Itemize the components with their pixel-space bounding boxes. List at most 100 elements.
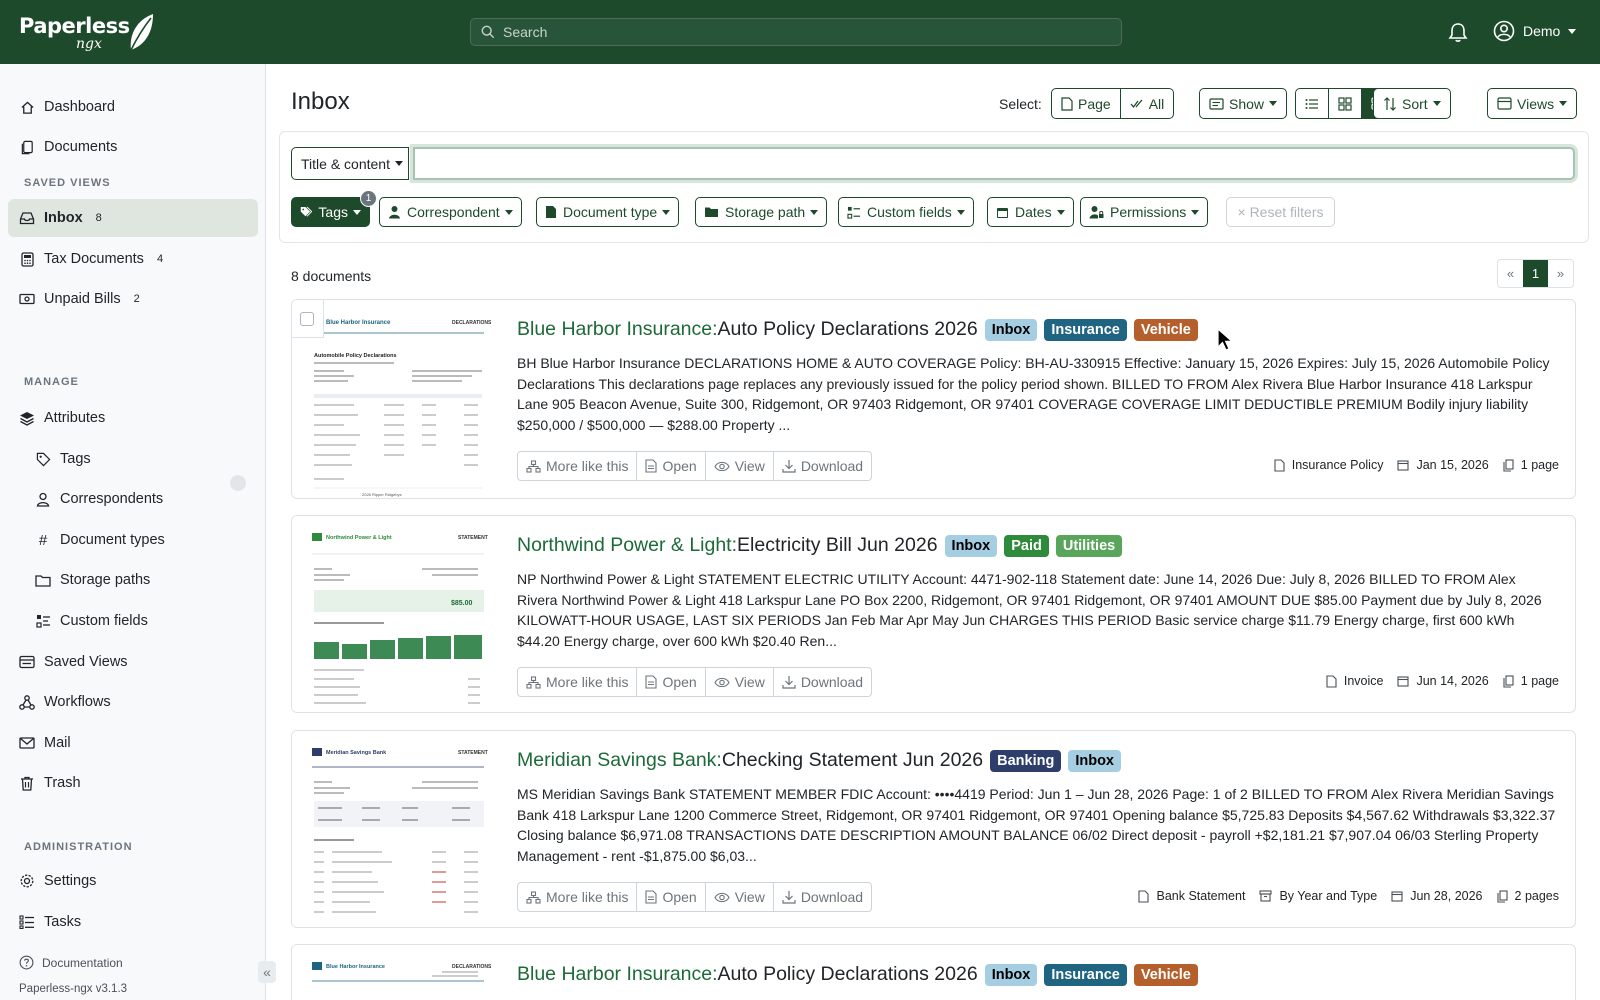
open-button[interactable]: Open bbox=[636, 452, 704, 480]
document-thumbnail[interactable]: Meridian Savings Bank STATEMENT bbox=[292, 731, 502, 927]
table-view-button[interactable] bbox=[1296, 89, 1328, 118]
tag-inbox[interactable]: Inbox bbox=[984, 318, 1038, 341]
document-type-meta[interactable]: Bank Statement bbox=[1138, 889, 1245, 903]
pagination-next-button[interactable]: » bbox=[1548, 260, 1573, 287]
global-search-input[interactable]: Search bbox=[470, 18, 1122, 46]
tag-vehicle[interactable]: Vehicle bbox=[1133, 318, 1198, 341]
text-filter-mode-dropdown[interactable]: Title & content bbox=[291, 147, 409, 180]
document-correspondent[interactable]: Blue Harbor Insurance: bbox=[517, 318, 718, 341]
document-actions: More like this Open View Download bbox=[517, 667, 873, 697]
sidebar-item-inbox[interactable]: Inbox 8 bbox=[8, 199, 258, 237]
folder-icon bbox=[35, 572, 51, 588]
document-thumbnail[interactable]: Northwind Power & Light STATEMENT $85.00 bbox=[292, 516, 502, 712]
more-like-this-button[interactable]: More like this bbox=[518, 668, 636, 696]
view-button[interactable]: View bbox=[704, 452, 773, 480]
document-title[interactable]: Northwind Power & Light: Electricity Bil… bbox=[517, 534, 1123, 557]
select-document-checkbox-area[interactable] bbox=[292, 300, 324, 338]
document-name: Checking Statement Jun 2026 bbox=[721, 749, 984, 771]
pagination-page-button[interactable]: 1 bbox=[1523, 260, 1548, 287]
document-preview-image: Northwind Power & Light STATEMENT $85.00 bbox=[292, 516, 502, 712]
document-type-filter-button[interactable]: Document type bbox=[536, 197, 680, 227]
storage-path-meta[interactable]: By Year and Type bbox=[1259, 889, 1377, 903]
sidebar-item-tags[interactable]: Tags bbox=[8, 440, 258, 478]
sidebar-item-documents[interactable]: Documents bbox=[8, 128, 258, 166]
custom-fields-filter-button[interactable]: Custom fields bbox=[838, 197, 974, 227]
document-title[interactable]: Meridian Savings Bank: Checking Statemen… bbox=[517, 749, 1121, 772]
document-card[interactable]: Meridian Savings Bank STATEMENT Meridian… bbox=[291, 730, 1576, 928]
tag-inbox[interactable]: Inbox bbox=[944, 534, 998, 557]
views-button[interactable]: Views bbox=[1487, 88, 1578, 119]
app-logo[interactable]: Paperless ngx bbox=[19, 12, 153, 52]
download-button[interactable]: Download bbox=[772, 883, 871, 911]
sidebar-item-saved-views[interactable]: Saved Views bbox=[8, 643, 258, 681]
sidebar-item-document-types[interactable]: # Document types bbox=[8, 521, 258, 559]
documentation-link[interactable]: Documentation bbox=[19, 955, 123, 970]
select-document-checkbox[interactable] bbox=[300, 312, 314, 326]
sidebar-item-storage-paths[interactable]: Storage paths bbox=[8, 561, 258, 599]
text-filter-input[interactable] bbox=[413, 147, 1575, 180]
sidebar-item-mail[interactable]: Mail bbox=[8, 724, 258, 762]
document-type-meta[interactable]: Insurance Policy bbox=[1274, 458, 1383, 472]
pagination-prev-button[interactable]: « bbox=[1498, 260, 1523, 287]
tag-inbox[interactable]: Inbox bbox=[984, 963, 1038, 986]
document-card[interactable]: Northwind Power & Light STATEMENT $85.00 bbox=[291, 515, 1576, 713]
document-correspondent[interactable]: Meridian Savings Bank: bbox=[517, 749, 722, 772]
open-button[interactable]: Open bbox=[636, 668, 704, 696]
document-thumbnail[interactable]: Blue Harbor Insurance DECLARATIONS bbox=[292, 945, 502, 1000]
sort-button[interactable]: Sort bbox=[1373, 88, 1451, 119]
user-menu-button[interactable]: Demo bbox=[1493, 20, 1577, 42]
sidebar-item-trash[interactable]: Trash bbox=[8, 764, 258, 802]
reset-filters-button[interactable]: × Reset filters bbox=[1226, 197, 1335, 227]
tag-paid[interactable]: Paid bbox=[1004, 534, 1049, 557]
document-title[interactable]: Blue Harbor Insurance: Auto Policy Decla… bbox=[517, 963, 1198, 986]
sidebar-item-attributes[interactable]: Attributes bbox=[8, 399, 258, 437]
sidebar-item-correspondents[interactable]: Correspondents bbox=[8, 480, 258, 518]
document-correspondent[interactable]: Northwind Power & Light: bbox=[517, 534, 737, 557]
tag-utilities[interactable]: Utilities bbox=[1055, 534, 1123, 557]
bell-icon[interactable] bbox=[1448, 22, 1468, 43]
select-label: Select: bbox=[999, 96, 1042, 112]
sidebar-item-dashboard[interactable]: Dashboard bbox=[8, 88, 258, 126]
tag-vehicle[interactable]: Vehicle bbox=[1133, 963, 1198, 986]
download-button[interactable]: Download bbox=[772, 668, 871, 696]
tag-inbox[interactable]: Inbox bbox=[1068, 749, 1121, 772]
document-name: Auto Policy Declarations 2026 bbox=[717, 963, 978, 985]
logo-main-text: Paperless bbox=[19, 14, 130, 38]
document-card[interactable]: Blue Harbor Insurance DECLARATIONS Blue … bbox=[291, 944, 1576, 1000]
sidebar-item-tax-documents[interactable]: Tax Documents 4 bbox=[8, 240, 258, 278]
sidebar-item-unpaid-bills[interactable]: Unpaid Bills 2 bbox=[8, 280, 258, 318]
sidebar-item-custom-fields[interactable]: Custom fields bbox=[8, 602, 258, 640]
dates-filter-button[interactable]: Dates bbox=[987, 197, 1074, 227]
small-cards-view-button[interactable] bbox=[1328, 89, 1361, 118]
document-title[interactable]: Blue Harbor Insurance: Auto Policy Decla… bbox=[517, 318, 1198, 341]
tag-banking[interactable]: Banking bbox=[990, 749, 1062, 772]
document-card[interactable]: Blue Harbor Insurance DECLARATIONS Autom… bbox=[291, 299, 1576, 499]
sidebar-item-settings[interactable]: Settings bbox=[8, 862, 258, 900]
select-page-button[interactable]: Page bbox=[1052, 89, 1120, 118]
calendar-icon bbox=[1397, 460, 1410, 471]
more-like-this-button[interactable]: More like this bbox=[518, 883, 636, 911]
archive-icon bbox=[1259, 890, 1272, 902]
sidebar-item-tasks[interactable]: Tasks bbox=[8, 903, 258, 941]
permissions-filter-button[interactable]: Permissions bbox=[1080, 197, 1209, 227]
sidebar-item-label: Dashboard bbox=[44, 99, 115, 115]
select-all-button[interactable]: All bbox=[1119, 89, 1174, 118]
document-type-meta[interactable]: Invoice bbox=[1326, 674, 1383, 688]
files-icon bbox=[1503, 458, 1514, 472]
more-like-this-button[interactable]: More like this bbox=[518, 452, 636, 480]
download-button[interactable]: Download bbox=[772, 452, 871, 480]
sidebar-item-workflows[interactable]: Workflows bbox=[8, 683, 258, 721]
search-placeholder: Search bbox=[503, 24, 548, 40]
view-button[interactable]: View bbox=[704, 883, 773, 911]
show-button[interactable]: Show bbox=[1199, 88, 1288, 119]
tag-insurance[interactable]: Insurance bbox=[1044, 963, 1127, 986]
sidebar-item-label: Attributes bbox=[44, 410, 106, 426]
tag-insurance[interactable]: Insurance bbox=[1044, 318, 1127, 341]
view-button[interactable]: View bbox=[704, 668, 773, 696]
tags-filter-button[interactable]: Tags bbox=[291, 197, 370, 227]
storage-path-filter-button[interactable]: Storage path bbox=[695, 197, 828, 227]
open-button[interactable]: Open bbox=[636, 883, 704, 911]
correspondent-filter-button[interactable]: Correspondent bbox=[379, 197, 522, 227]
workflows-icon bbox=[19, 694, 35, 710]
document-correspondent[interactable]: Blue Harbor Insurance: bbox=[517, 963, 718, 986]
